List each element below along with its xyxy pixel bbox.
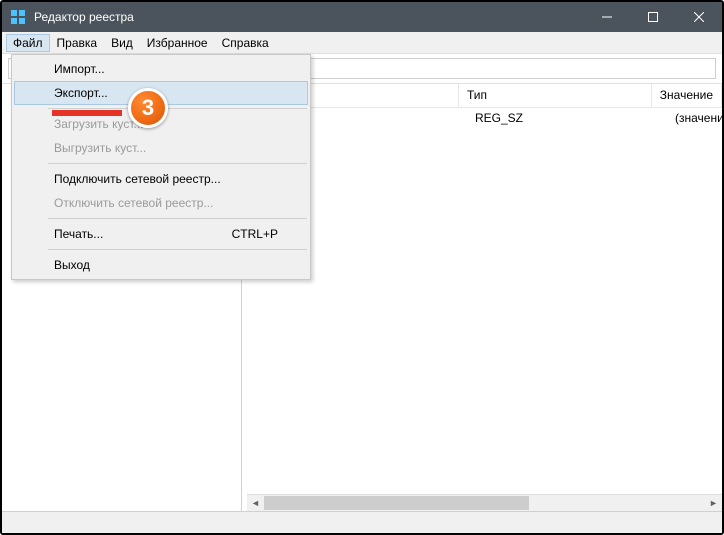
- list-header: Имя Тип Значение: [247, 84, 722, 108]
- callout-arrow: [52, 110, 122, 116]
- menu-file[interactable]: Файл: [6, 34, 50, 52]
- menu-exit[interactable]: Выход: [14, 253, 308, 277]
- row-value: (значение н: [667, 109, 722, 127]
- scroll-left-icon[interactable]: ◄: [247, 495, 264, 512]
- statusbar: [2, 511, 722, 533]
- list-row[interactable]: ab ю) REG_SZ (значение н: [247, 108, 722, 128]
- menu-unload-hive: Выгрузить куст...: [14, 136, 308, 160]
- menu-help[interactable]: Справка: [215, 34, 276, 52]
- menu-separator: [48, 163, 307, 164]
- menu-separator: [48, 218, 307, 219]
- menubar: Файл Правка Вид Избранное Справка: [2, 32, 722, 54]
- col-type-header[interactable]: Тип: [459, 84, 652, 107]
- menu-print-accel: CTRL+P: [232, 227, 278, 241]
- menu-separator: [48, 249, 307, 250]
- minimize-button[interactable]: [584, 2, 630, 32]
- col-value-header[interactable]: Значение: [652, 84, 722, 107]
- menu-favorites[interactable]: Избранное: [140, 34, 215, 52]
- window-title: Редактор реестра: [34, 10, 584, 24]
- list-pane[interactable]: Имя Тип Значение ab ю) REG_SZ (значение …: [247, 84, 722, 511]
- menu-edit[interactable]: Правка: [50, 34, 105, 52]
- callout: 3: [128, 88, 168, 128]
- titlebar: Редактор реестра: [2, 2, 722, 32]
- menu-import[interactable]: Импорт...: [14, 57, 308, 81]
- menu-disconnect-network: Отключить сетевой реестр...: [14, 191, 308, 215]
- scroll-thumb[interactable]: [264, 496, 529, 510]
- menu-view[interactable]: Вид: [104, 34, 140, 52]
- app-icon: [10, 9, 26, 25]
- h-scrollbar[interactable]: ◄ ►: [247, 494, 722, 511]
- row-type: REG_SZ: [467, 109, 667, 127]
- scroll-track[interactable]: [264, 495, 705, 511]
- scroll-right-icon[interactable]: ►: [705, 495, 722, 512]
- maximize-button[interactable]: [630, 2, 676, 32]
- menu-separator: [48, 108, 307, 109]
- close-button[interactable]: [676, 2, 722, 32]
- menu-print[interactable]: Печать... CTRL+P: [14, 222, 308, 246]
- menu-connect-network[interactable]: Подключить сетевой реестр...: [14, 167, 308, 191]
- callout-badge: 3: [128, 88, 168, 128]
- window-controls: [584, 2, 722, 32]
